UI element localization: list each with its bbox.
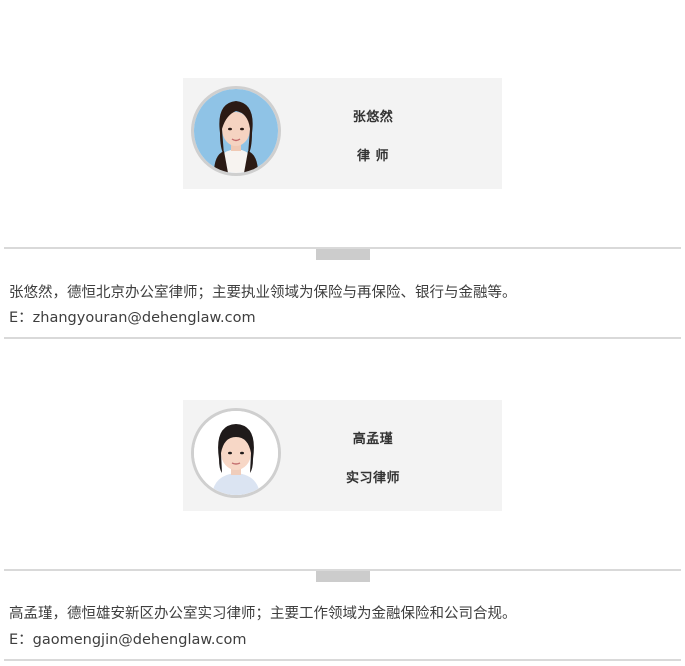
divider-tab [316, 249, 370, 260]
bio-text: 高孟瑾，德恒雄安新区办公室实习律师；主要工作领域为金融保险和公司合规。 [9, 606, 517, 622]
portrait-photo-icon [194, 411, 278, 495]
email-text: E：gaomengjin@dehenglaw.com [9, 632, 247, 648]
portrait-photo-icon [194, 89, 278, 173]
section-bottom-line [4, 659, 681, 661]
person-name: 张悠然 [352, 110, 394, 125]
profile-card-1: 张悠然 律 师 [183, 78, 502, 189]
person-name: 高孟瑾 [352, 432, 394, 447]
email-text: E：zhangyouran@dehenglaw.com [9, 310, 256, 326]
avatar [191, 86, 281, 176]
section-bottom-line [4, 337, 681, 339]
avatar [191, 408, 281, 498]
person-title: 律 师 [356, 149, 390, 164]
divider-tab [316, 571, 370, 582]
person-title: 实习律师 [345, 471, 400, 486]
profile-card-2: 高孟瑾 实习律师 [183, 400, 502, 511]
bio-text: 张悠然，德恒北京办公室律师；主要执业领域为保险与再保险、银行与金融等。 [9, 285, 517, 301]
